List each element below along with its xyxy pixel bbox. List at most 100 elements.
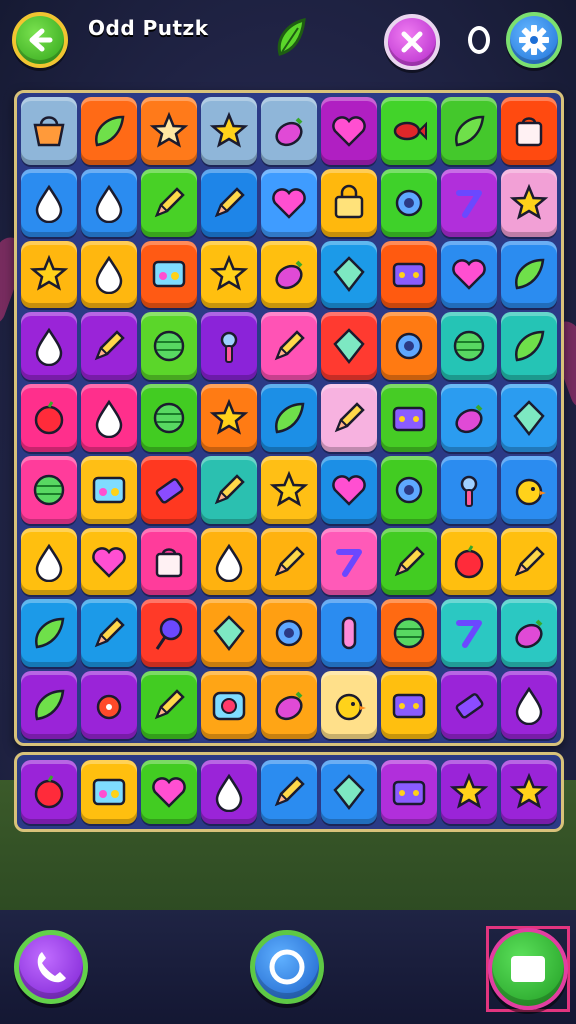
board-tile[interactable] — [501, 384, 557, 452]
board-tile[interactable] — [81, 599, 137, 668]
tray-tile[interactable] — [441, 760, 497, 824]
board-tile[interactable] — [501, 527, 557, 596]
board-tile[interactable] — [141, 527, 197, 596]
tray-tile[interactable] — [501, 760, 557, 824]
tray-tile[interactable] — [141, 760, 197, 824]
board-tile[interactable] — [381, 97, 437, 165]
board-tile[interactable] — [501, 455, 557, 524]
tray-tile[interactable] — [381, 760, 437, 824]
board-tile[interactable] — [381, 599, 437, 668]
board-tile[interactable] — [141, 384, 197, 452]
board-tile[interactable] — [321, 97, 377, 165]
board-tile[interactable] — [201, 599, 257, 668]
board-tile[interactable] — [141, 455, 197, 524]
board-tile[interactable] — [261, 312, 317, 381]
board-tile[interactable] — [201, 384, 257, 452]
board-tile[interactable] — [441, 527, 497, 596]
board-tile[interactable] — [261, 97, 317, 165]
board-tile[interactable] — [441, 455, 497, 524]
call-button[interactable] — [14, 930, 88, 1004]
settings-button[interactable] — [506, 12, 562, 68]
board-tile[interactable] — [141, 671, 197, 739]
board-tile[interactable] — [21, 384, 77, 452]
board-tile[interactable] — [321, 599, 377, 668]
board-tile[interactable] — [81, 312, 137, 381]
board-tile[interactable] — [501, 312, 557, 381]
board-tile[interactable] — [381, 527, 437, 596]
board-tile[interactable] — [321, 312, 377, 381]
tray-tile[interactable] — [321, 760, 377, 824]
board-tile[interactable] — [261, 599, 317, 668]
board-tile[interactable] — [261, 240, 317, 309]
board-tile[interactable] — [381, 384, 437, 452]
menu-button[interactable] — [488, 928, 568, 1010]
board-tile[interactable] — [501, 97, 557, 165]
board-tile[interactable] — [81, 455, 137, 524]
board-tile[interactable] — [141, 97, 197, 165]
board-tile[interactable] — [321, 240, 377, 309]
board-tile[interactable] — [201, 455, 257, 524]
board-tile[interactable] — [141, 240, 197, 309]
board-tile[interactable] — [21, 527, 77, 596]
board-tile[interactable] — [501, 240, 557, 309]
board-tile[interactable] — [81, 527, 137, 596]
board-tile[interactable] — [321, 168, 377, 237]
board-tile[interactable] — [201, 97, 257, 165]
pencil-icon — [214, 473, 245, 504]
board-tile[interactable] — [81, 240, 137, 309]
board-tile[interactable] — [141, 599, 197, 668]
board-tile[interactable] — [201, 527, 257, 596]
board-tile[interactable] — [381, 312, 437, 381]
tray-tile[interactable] — [21, 760, 77, 824]
center-action-button[interactable] — [250, 930, 324, 1004]
board-tile[interactable] — [21, 671, 77, 739]
board-tile[interactable] — [81, 97, 137, 165]
board-tile[interactable] — [261, 384, 317, 452]
board-tile[interactable] — [441, 168, 497, 237]
heart-icon — [332, 474, 366, 506]
board-tile[interactable] — [261, 168, 317, 237]
board-tile[interactable] — [381, 240, 437, 309]
board-tile[interactable] — [141, 168, 197, 237]
board-tile[interactable] — [381, 455, 437, 524]
board-tile[interactable] — [21, 599, 77, 668]
board-tile[interactable] — [261, 671, 317, 739]
board-tile[interactable] — [441, 599, 497, 668]
board-tile[interactable] — [81, 168, 137, 237]
board-tile[interactable] — [501, 599, 557, 668]
board-tile[interactable] — [141, 312, 197, 381]
board-tile[interactable] — [441, 384, 497, 452]
board-tile[interactable] — [441, 312, 497, 381]
board-tile[interactable] — [261, 455, 317, 524]
close-button[interactable] — [384, 14, 440, 70]
tray-tile[interactable] — [201, 760, 257, 824]
board-tile[interactable] — [21, 240, 77, 309]
board-tile[interactable] — [201, 312, 257, 381]
board-tile[interactable] — [441, 671, 497, 739]
board-tile[interactable] — [321, 527, 377, 596]
board-tile[interactable] — [501, 168, 557, 237]
back-button[interactable] — [12, 12, 68, 68]
board-tile[interactable] — [21, 168, 77, 237]
board-tile[interactable] — [261, 527, 317, 596]
board-tile[interactable] — [321, 671, 377, 739]
board-tile[interactable] — [441, 97, 497, 165]
tray-tile[interactable] — [261, 760, 317, 824]
board-tile[interactable] — [381, 671, 437, 739]
ball-icon — [153, 402, 185, 434]
tray-tile[interactable] — [81, 760, 137, 824]
board-tile[interactable] — [381, 168, 437, 237]
board-tile[interactable] — [21, 97, 77, 165]
board-tile[interactable] — [501, 671, 557, 739]
board-tile[interactable] — [21, 312, 77, 381]
board-tile[interactable] — [201, 240, 257, 309]
board-tile[interactable] — [81, 384, 137, 452]
star-icon — [269, 470, 309, 507]
board-tile[interactable] — [441, 240, 497, 309]
board-tile[interactable] — [201, 168, 257, 237]
board-tile[interactable] — [81, 671, 137, 739]
board-tile[interactable] — [21, 455, 77, 524]
board-tile[interactable] — [321, 384, 377, 452]
board-tile[interactable] — [321, 455, 377, 524]
board-tile[interactable] — [201, 671, 257, 739]
